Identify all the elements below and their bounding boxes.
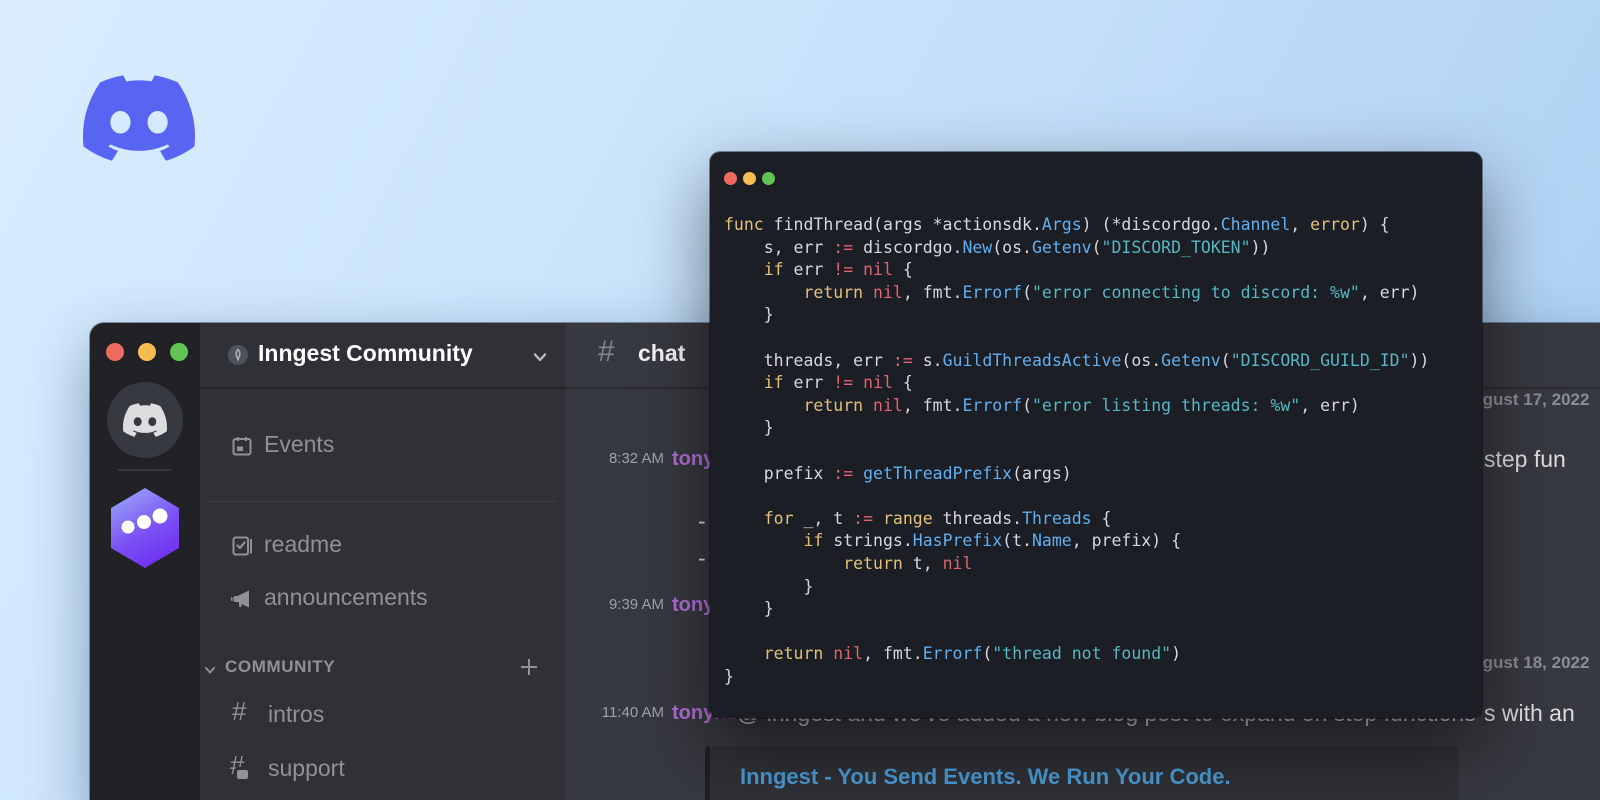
sidebar-item-readme[interactable]: readme bbox=[200, 529, 565, 563]
message-text-fragment: s with an bbox=[1484, 700, 1575, 726]
hero-canvas: Inngest Community Events readme announce… bbox=[0, 0, 1600, 800]
sidebar-section-community[interactable]: COMMUNITY bbox=[200, 654, 565, 682]
code-line: return nil, fmt.Errorf("error listing th… bbox=[803, 395, 1360, 415]
discord-logo-icon bbox=[83, 75, 195, 161]
window-minimize-button[interactable] bbox=[138, 343, 156, 361]
link-embed: Inngest - You Send Events. We Run Your C… bbox=[705, 746, 1458, 800]
sidebar-divider bbox=[208, 501, 556, 502]
server-name: Inngest Community bbox=[258, 340, 473, 366]
book-check-icon bbox=[232, 536, 252, 556]
sidebar-item-label: announcements bbox=[264, 584, 428, 610]
code-line: if err != nil { bbox=[763, 260, 913, 280]
code-line: func findThread(args *actionsdk.Args) (*… bbox=[724, 215, 1390, 234]
window-zoom-button[interactable] bbox=[170, 343, 188, 361]
hash-icon: # bbox=[232, 696, 247, 726]
sidebar-item-label: readme bbox=[264, 531, 342, 557]
code-line: } bbox=[724, 305, 774, 325]
rail-divider bbox=[118, 469, 172, 471]
code-line: threads, err := s.GuildThreadsActive(os.… bbox=[724, 350, 1430, 370]
code-line: prefix := getThreadPrefix(args) bbox=[724, 463, 1072, 483]
code-editor: func findThread(args *actionsdk.Args) (*… bbox=[724, 214, 1429, 688]
embed-title-link[interactable]: Inngest - You Send Events. We Run Your C… bbox=[740, 764, 1231, 790]
code-line: return nil, fmt.Errorf("thread not found… bbox=[763, 644, 1182, 664]
window-minimize-button[interactable] bbox=[743, 172, 756, 185]
chevron-down-icon bbox=[205, 667, 215, 674]
window-close-button[interactable] bbox=[724, 172, 737, 185]
create-channel-plus-icon[interactable] bbox=[518, 656, 540, 678]
window-close-button[interactable] bbox=[106, 343, 124, 361]
code-line: return nil, fmt.Errorf("error connecting… bbox=[803, 282, 1420, 302]
code-line: return t, nil bbox=[843, 553, 973, 573]
sidebar-item-events[interactable]: Events bbox=[200, 429, 565, 463]
code-line: if err != nil { bbox=[763, 373, 913, 393]
window-controls bbox=[724, 172, 775, 185]
code-line: } bbox=[724, 666, 734, 686]
server-badge-icon bbox=[228, 345, 248, 365]
section-label: COMMUNITY bbox=[225, 657, 336, 676]
message-timestamp: 8:32 AM bbox=[608, 450, 664, 467]
message-timestamp: 11:40 AM bbox=[601, 704, 664, 721]
calendar-icon bbox=[232, 437, 252, 456]
sidebar-item-announcements[interactable]: announcements bbox=[200, 582, 565, 616]
channel-sidebar: Inngest Community Events readme announce… bbox=[200, 323, 565, 800]
sidebar-item-label: Events bbox=[264, 431, 335, 457]
code-window: func findThread(args *actionsdk.Args) (*… bbox=[710, 152, 1482, 718]
inngest-server-icon[interactable] bbox=[108, 487, 182, 569]
sidebar-item-intros[interactable]: # intros bbox=[200, 696, 565, 733]
message-timestamp: 9:39 AM bbox=[608, 596, 664, 613]
discord-home-button[interactable] bbox=[107, 382, 183, 458]
hash-forum-icon: # bbox=[230, 752, 254, 779]
embed-accent-bar bbox=[705, 746, 710, 800]
code-line: } bbox=[724, 576, 814, 596]
discord-home-icon bbox=[123, 403, 167, 437]
megaphone-icon bbox=[231, 590, 249, 608]
window-zoom-button[interactable] bbox=[762, 172, 775, 185]
code-line: s, err := discordgo.New(os.Getenv("DISCO… bbox=[724, 237, 1271, 257]
channel-label: intros bbox=[268, 701, 325, 727]
chevron-down-icon[interactable] bbox=[530, 347, 550, 367]
hash-icon: # bbox=[598, 335, 615, 368]
sidebar-item-support[interactable]: # support bbox=[200, 752, 565, 787]
message-text-fragment: step fun bbox=[1484, 446, 1566, 472]
server-rail bbox=[90, 323, 200, 800]
code-line: } bbox=[724, 599, 774, 619]
code-line: } bbox=[724, 418, 774, 438]
code-line: if strings.HasPrefix(t.Name, prefix) { bbox=[803, 531, 1182, 551]
server-header[interactable]: Inngest Community bbox=[200, 323, 565, 388]
channel-title: chat bbox=[638, 340, 686, 366]
code-line: for _, t := range threads.Threads { bbox=[763, 508, 1112, 528]
channel-label: support bbox=[268, 755, 345, 781]
